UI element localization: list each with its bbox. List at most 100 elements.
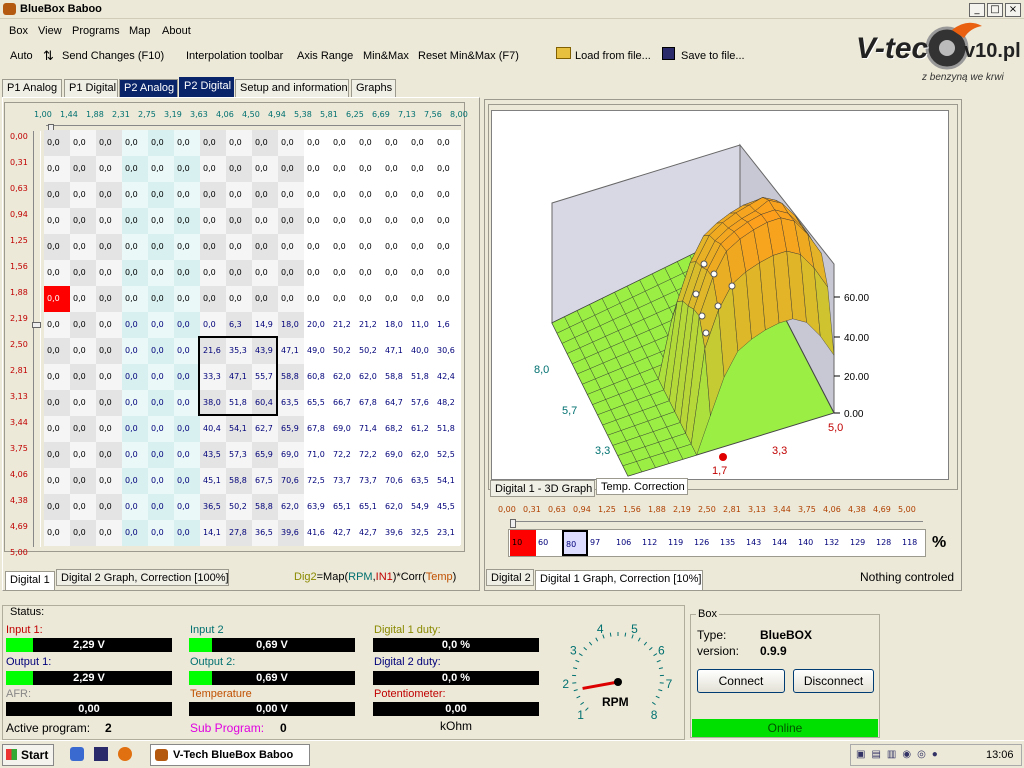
map-cell[interactable]: 73,7 [356,468,382,494]
map-cell[interactable]: 0,0 [148,182,174,208]
map-cell[interactable]: 0,0 [122,286,148,312]
map-cell[interactable]: 0,0 [148,442,174,468]
map-cell[interactable]: 0,0 [434,286,460,312]
map-cell[interactable]: 0,0 [122,494,148,520]
map-cell[interactable]: 49,0 [304,338,330,364]
map-cell[interactable]: 0,0 [356,130,382,156]
map-cell[interactable]: 0,0 [70,234,96,260]
firefox-icon[interactable] [118,747,132,761]
map-cell[interactable]: 64,7 [382,390,408,416]
map-cell[interactable]: 0,0 [122,338,148,364]
correction-cell[interactable]: 144 [770,530,796,556]
map-cell[interactable]: 68,2 [382,416,408,442]
correction-cell[interactable]: 80 [562,530,588,556]
map-cell[interactable]: 0,0 [174,156,200,182]
map-cell[interactable]: 0,0 [70,338,96,364]
map-cell[interactable]: 0,0 [200,312,226,338]
map-cell[interactable]: 62,0 [382,494,408,520]
map-cell[interactable]: 0,0 [122,442,148,468]
map-cell[interactable]: 0,0 [174,364,200,390]
map-cell[interactable]: 0,0 [70,520,96,546]
map-cell[interactable]: 0,0 [252,260,278,286]
map-cell[interactable]: 0,0 [382,208,408,234]
map-cell[interactable]: 0,0 [44,260,70,286]
map-cell[interactable]: 72,2 [330,442,356,468]
map-cell[interactable]: 51,8 [408,364,434,390]
tab-setup[interactable]: Setup and information [235,79,349,97]
row-slider-thumb[interactable] [32,322,41,328]
map-cell[interactable]: 0,0 [96,182,122,208]
map-cell[interactable]: 0,0 [122,234,148,260]
map-cell[interactable]: 0,0 [148,130,174,156]
map-cell[interactable]: 62,0 [330,364,356,390]
map-cell[interactable]: 62,0 [278,494,304,520]
map-cell[interactable]: 0,0 [278,260,304,286]
map-cell[interactable]: 0,0 [148,286,174,312]
quicklaunch-save-icon[interactable] [94,747,108,761]
map-cell[interactable]: 65,1 [330,494,356,520]
map-cell[interactable]: 42,7 [330,520,356,546]
map-cell[interactable]: 0,0 [148,416,174,442]
map-cell[interactable]: 0,0 [200,156,226,182]
map-cell[interactable]: 0,0 [252,182,278,208]
map-cell[interactable]: 0,0 [304,208,330,234]
map-cell[interactable]: 67,8 [356,390,382,416]
map-cell[interactable]: 0,0 [44,286,70,312]
map-cell[interactable]: 0,0 [122,260,148,286]
map-cell[interactable]: 0,0 [330,130,356,156]
map-cell[interactable]: 40,0 [408,338,434,364]
map-cell[interactable]: 0,0 [278,234,304,260]
map-cell[interactable]: 0,0 [226,208,252,234]
tab-p1-analog[interactable]: P1 Analog [2,79,62,97]
map-cell[interactable]: 0,0 [252,286,278,312]
map-cell[interactable]: 63,5 [408,468,434,494]
map-cell[interactable]: 51,8 [434,416,460,442]
map-cell[interactable]: 0,0 [200,286,226,312]
map-cell[interactable]: 0,0 [356,182,382,208]
map-cell[interactable]: 45,5 [434,494,460,520]
map-cell[interactable]: 14,9 [252,312,278,338]
map-cell[interactable]: 0,0 [44,416,70,442]
map-cell[interactable]: 0,0 [252,234,278,260]
map-cell[interactable]: 0,0 [148,364,174,390]
map-cell[interactable]: 0,0 [174,234,200,260]
map-cell[interactable]: 50,2 [226,494,252,520]
map-cell[interactable]: 0,0 [278,130,304,156]
map-cell[interactable]: 0,0 [408,260,434,286]
map-cell[interactable]: 62,0 [356,364,382,390]
map-cell[interactable]: 62,7 [252,416,278,442]
map-cell[interactable]: 0,0 [330,286,356,312]
map-cell[interactable]: 0,0 [122,156,148,182]
map-cell[interactable]: 27,8 [226,520,252,546]
map-cell[interactable]: 0,0 [96,338,122,364]
correction-cell[interactable]: 129 [848,530,874,556]
map-cell[interactable]: 0,0 [226,182,252,208]
map-cell[interactable]: 0,0 [382,182,408,208]
map-cell[interactable]: 0,0 [330,234,356,260]
surface-3d-chart[interactable]: 0.00 20.00 40.00 60.00 8,0 5,7 3,3 1,7 3,3 5,0 [491,110,949,480]
map-cell[interactable]: 0,0 [356,234,382,260]
tab-digital2-graph[interactable]: Digital 2 Graph, Correction [100%] [56,569,229,586]
row-axis-slider[interactable] [33,131,41,547]
map-cell[interactable]: 0,0 [174,416,200,442]
map-cell[interactable]: 0,0 [44,130,70,156]
map-cell[interactable]: 52,5 [434,442,460,468]
map-cell[interactable]: 0,0 [252,130,278,156]
map-cell[interactable]: 1,6 [434,312,460,338]
close-button[interactable]: × [1005,3,1021,17]
tab-digital1[interactable]: Digital 1 [5,571,55,590]
map-cell[interactable]: 20,0 [304,312,330,338]
map-cell[interactable]: 57,3 [226,442,252,468]
map-cell[interactable]: 0,0 [174,520,200,546]
map-cell[interactable]: 0,0 [148,312,174,338]
map-cell[interactable]: 67,8 [304,416,330,442]
map-cell[interactable]: 0,0 [148,156,174,182]
map-cell[interactable]: 0,0 [122,416,148,442]
map-cell[interactable]: 0,0 [382,130,408,156]
map-cell[interactable]: 39,6 [382,520,408,546]
map-cell[interactable]: 0,0 [122,520,148,546]
load-file-button[interactable]: Load from file... [575,50,651,62]
map-cell[interactable]: 0,0 [174,286,200,312]
map-cell[interactable]: 0,0 [174,390,200,416]
reset-minmax-button[interactable]: Reset Min&Max (F7) [418,50,519,62]
